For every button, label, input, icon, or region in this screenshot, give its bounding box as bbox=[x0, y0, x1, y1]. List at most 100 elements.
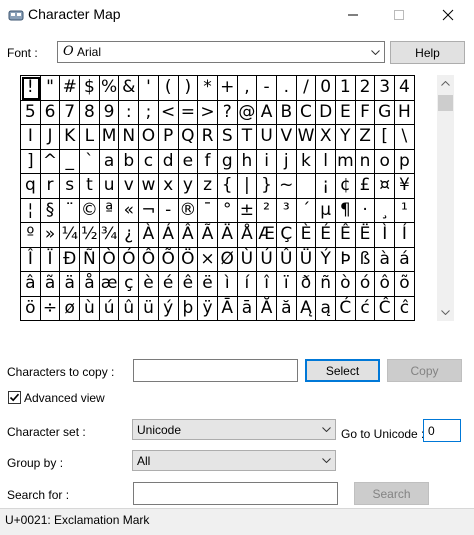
character-cell[interactable]: Ù bbox=[237, 247, 258, 272]
character-cell[interactable]: Ó bbox=[119, 247, 140, 272]
character-cell[interactable]: K bbox=[60, 125, 81, 150]
select-button[interactable]: Select bbox=[305, 359, 380, 382]
character-cell[interactable]: $ bbox=[80, 76, 100, 101]
character-cell[interactable]: ê bbox=[178, 272, 199, 297]
character-cell[interactable]: S bbox=[217, 125, 238, 150]
character-cell[interactable]: Ü bbox=[296, 247, 317, 272]
character-cell[interactable]: Ç bbox=[276, 223, 297, 248]
character-cell[interactable]: Ĉ bbox=[375, 296, 396, 321]
character-cell[interactable]: < bbox=[158, 100, 179, 125]
character-cell[interactable]: ° bbox=[217, 198, 238, 223]
character-cell[interactable]: Y bbox=[336, 125, 356, 150]
character-cell[interactable]: × bbox=[198, 247, 218, 272]
character-cell[interactable]: À bbox=[139, 223, 159, 248]
character-cell[interactable]: O bbox=[139, 125, 159, 150]
maximize-button[interactable] bbox=[376, 0, 422, 30]
character-cell[interactable]: _ bbox=[60, 149, 81, 174]
font-dropdown[interactable]: O Arial bbox=[57, 41, 385, 63]
character-cell[interactable]: ^ bbox=[40, 149, 61, 174]
character-cell[interactable]: F bbox=[355, 100, 376, 125]
character-cell[interactable]: ý bbox=[158, 296, 179, 321]
character-cell[interactable]: õ bbox=[395, 272, 415, 297]
character-cell[interactable]: e bbox=[178, 149, 199, 174]
character-cell[interactable]: 4 bbox=[395, 76, 415, 101]
character-cell[interactable]: 1 bbox=[336, 76, 356, 101]
character-cell[interactable]: ³ bbox=[276, 198, 297, 223]
character-cell[interactable]: ; bbox=[139, 100, 159, 125]
character-cell[interactable]: ½ bbox=[80, 223, 100, 248]
character-cell[interactable]: å bbox=[80, 272, 100, 297]
character-cell[interactable]: É bbox=[316, 223, 336, 248]
character-cell[interactable]: ñ bbox=[316, 272, 336, 297]
character-cell[interactable]: Ă bbox=[257, 296, 277, 321]
character-cell[interactable]: d bbox=[158, 149, 179, 174]
character-cell[interactable]: ¯ bbox=[198, 198, 218, 223]
character-cell[interactable]: " bbox=[40, 76, 61, 101]
copy-button[interactable]: Copy bbox=[387, 359, 462, 382]
characters-to-copy-input[interactable] bbox=[133, 359, 298, 382]
character-cell[interactable]: Ú bbox=[257, 247, 277, 272]
character-cell[interactable]: Â bbox=[178, 223, 199, 248]
character-cell[interactable]: 6 bbox=[40, 100, 61, 125]
character-cell[interactable]: é bbox=[158, 272, 179, 297]
character-cell[interactable]: 0 bbox=[316, 76, 336, 101]
character-cell[interactable]: ¦ bbox=[21, 198, 41, 223]
character-cell[interactable]: C bbox=[296, 100, 317, 125]
character-cell[interactable]: 5 bbox=[21, 100, 41, 125]
character-cell[interactable]: ¡ bbox=[316, 174, 336, 199]
character-cell[interactable]: È bbox=[296, 223, 317, 248]
character-cell[interactable]: ¾ bbox=[99, 223, 120, 248]
character-cell[interactable]: ß bbox=[355, 247, 376, 272]
character-cell[interactable]: I bbox=[21, 125, 41, 150]
character-cell[interactable]: * bbox=[198, 76, 218, 101]
character-cell[interactable]: R bbox=[198, 125, 218, 150]
character-cell[interactable]: + bbox=[217, 76, 238, 101]
character-cell[interactable]: \ bbox=[395, 125, 415, 150]
character-cell[interactable]: 3 bbox=[375, 76, 396, 101]
character-cell[interactable]: V bbox=[276, 125, 297, 150]
character-cell[interactable]: Ë bbox=[355, 223, 376, 248]
character-cell[interactable]: Õ bbox=[158, 247, 179, 272]
scroll-up-button[interactable] bbox=[437, 75, 454, 92]
character-cell[interactable]: j bbox=[276, 149, 297, 174]
character-cell[interactable]: ( bbox=[158, 76, 179, 101]
character-cell[interactable]: Ý bbox=[316, 247, 336, 272]
character-cell[interactable]: Ö bbox=[178, 247, 199, 272]
character-cell[interactable]: ) bbox=[178, 76, 199, 101]
character-cell[interactable]: m bbox=[336, 149, 356, 174]
character-cell[interactable]: U bbox=[257, 125, 277, 150]
character-cell[interactable]: · bbox=[355, 198, 376, 223]
character-cell[interactable]: ' bbox=[139, 76, 159, 101]
character-cell[interactable]: l bbox=[316, 149, 336, 174]
character-cell[interactable]: ü bbox=[139, 296, 159, 321]
character-cell[interactable]: Ì bbox=[375, 223, 396, 248]
character-cell[interactable]: ô bbox=[375, 272, 396, 297]
character-cell[interactable]: à bbox=[375, 247, 396, 272]
character-cell[interactable]: è bbox=[139, 272, 159, 297]
character-cell[interactable]: - bbox=[158, 198, 179, 223]
character-cell[interactable]: ÿ bbox=[198, 296, 218, 321]
search-button[interactable]: Search bbox=[354, 482, 429, 505]
character-cell[interactable]: 7 bbox=[60, 100, 81, 125]
close-button[interactable] bbox=[422, 0, 474, 30]
character-cell[interactable]: W bbox=[296, 125, 317, 150]
character-cell[interactable]: Ä bbox=[217, 223, 238, 248]
character-cell[interactable]: ² bbox=[257, 198, 277, 223]
character-cell[interactable]: « bbox=[119, 198, 140, 223]
character-cell[interactable]: = bbox=[178, 100, 199, 125]
character-cell[interactable]: ø bbox=[60, 296, 81, 321]
character-cell[interactable]: ! bbox=[21, 76, 41, 101]
character-cell[interactable]: ? bbox=[217, 100, 238, 125]
character-cell[interactable]: ā bbox=[237, 296, 258, 321]
character-cell[interactable]: ã bbox=[40, 272, 61, 297]
character-cell[interactable]: © bbox=[80, 198, 100, 223]
character-cell[interactable]: Ć bbox=[336, 296, 356, 321]
character-cell[interactable]: ¸ bbox=[375, 198, 396, 223]
group-by-dropdown[interactable]: All bbox=[132, 450, 336, 471]
character-cell[interactable]: ¶ bbox=[336, 198, 356, 223]
character-cell[interactable]: X bbox=[316, 125, 336, 150]
scroll-thumb[interactable] bbox=[438, 95, 453, 111]
character-cell[interactable]: % bbox=[99, 76, 120, 101]
character-cell[interactable]: s bbox=[60, 174, 81, 199]
character-cell[interactable]: r bbox=[40, 174, 61, 199]
